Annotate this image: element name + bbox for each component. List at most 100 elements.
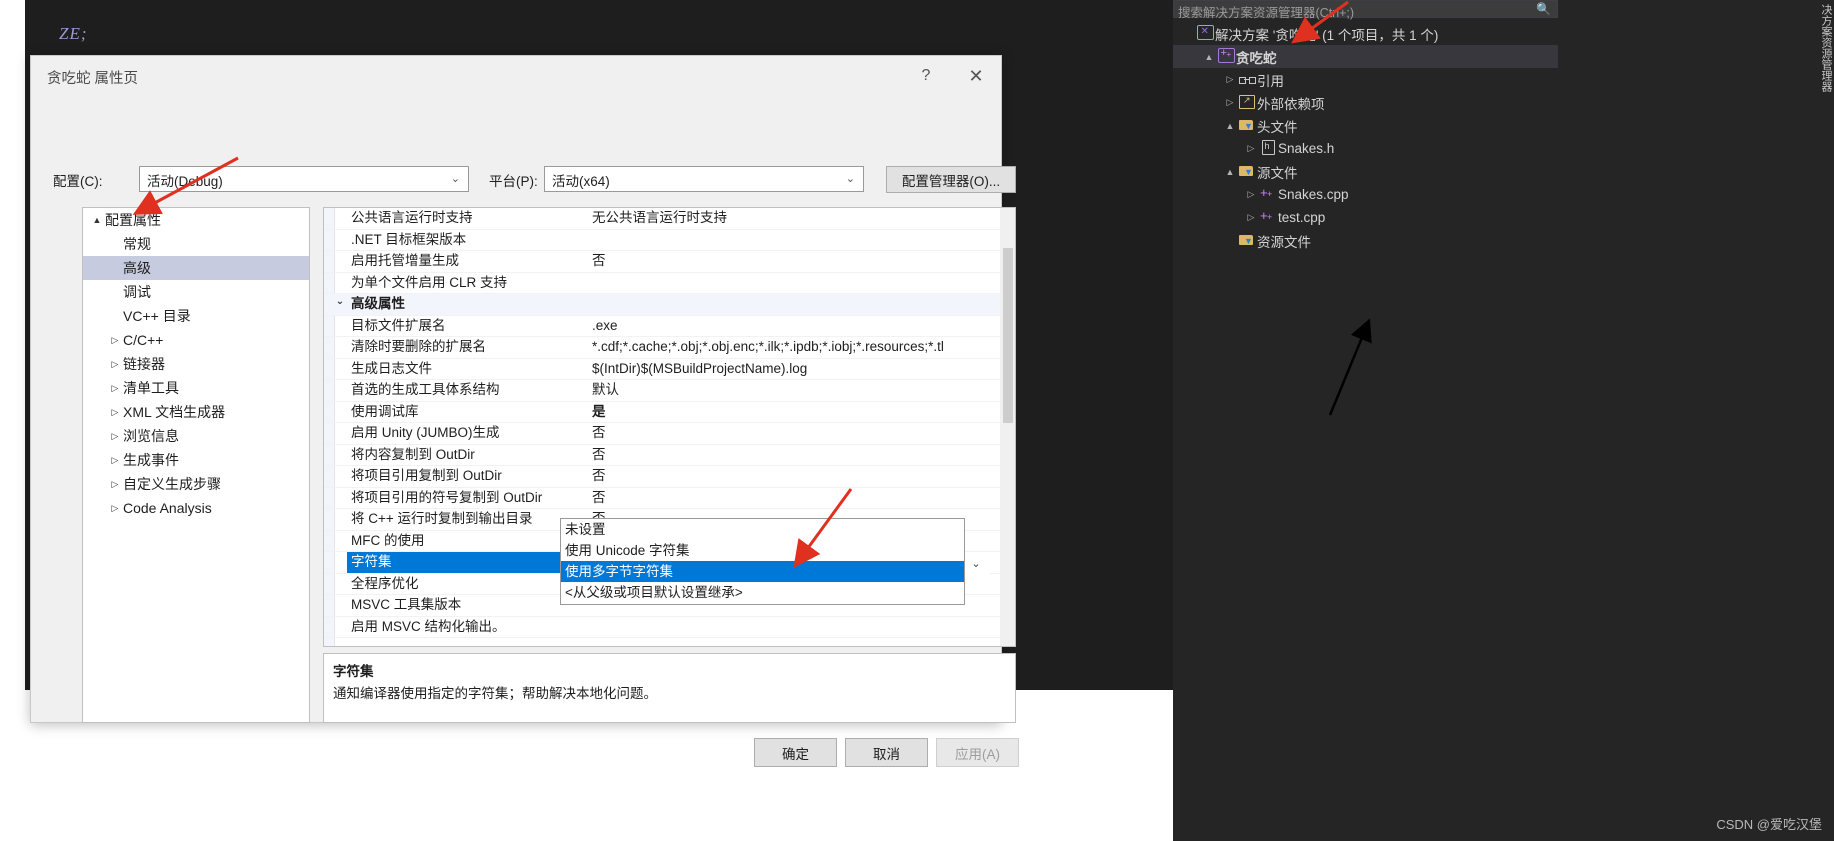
charset-option[interactable]: 未设置	[561, 519, 964, 540]
platform-dropdown[interactable]: 活动(x64) ⌄	[544, 166, 864, 192]
property-tree-item[interactable]: ▷ Code Analysis	[83, 496, 309, 520]
ok-button[interactable]: 确定	[754, 738, 837, 767]
charset-option[interactable]: 使用 Unicode 字符集	[561, 540, 964, 561]
property-value[interactable]: 否	[589, 466, 1009, 487]
property-row[interactable]: 生成日志文件 $(IntDir)$(MSBuildProjectName).log	[324, 359, 1015, 380]
filter-folder-icon: ▼	[1237, 119, 1257, 133]
property-tree-item[interactable]: ▷ 清单工具	[83, 376, 309, 400]
property-row[interactable]: 清除时要删除的扩展名 *.cdf;*.cache;*.obj;*.obj.enc;…	[324, 337, 1015, 359]
property-row[interactable]: 启用 MSVC 结构化输出。	[324, 617, 1015, 638]
solution-tree-item[interactable]: ▼ 资源文件	[1173, 229, 1558, 252]
property-tree-item[interactable]: VC++ 目录	[83, 304, 309, 328]
property-row[interactable]: 首选的生成工具体系结构 默认	[324, 380, 1015, 402]
solution-tree-item-label: 引用	[1257, 73, 1284, 89]
property-tree-item[interactable]: ▷ 自定义生成步骤	[83, 472, 309, 496]
property-value[interactable]	[589, 230, 1009, 251]
property-row[interactable]: 为单个文件启用 CLR 支持	[324, 273, 1015, 294]
solution-tree-item[interactable]: ▲ ▼ 源文件	[1173, 160, 1558, 183]
property-value[interactable]: 否	[589, 423, 1009, 444]
property-name: 将 C++ 运行时复制到输出目录	[351, 511, 533, 526]
charset-dropdown-list[interactable]: 未设置 使用 Unicode 字符集 使用多字节字符集 <从父级或项目默认设置继承>	[560, 518, 965, 605]
expand-triangle-icon[interactable]: ▷	[1244, 189, 1258, 200]
property-tree-item-label: 高级	[123, 260, 151, 276]
collapse-triangle-icon[interactable]: ▲	[1223, 121, 1237, 131]
search-icon[interactable]: 🔍	[1536, 2, 1551, 16]
property-row[interactable]: 启用 Unity (JUMBO)生成 否	[324, 423, 1015, 445]
configuration-dropdown[interactable]: 活动(Debug) ⌄	[139, 166, 469, 192]
property-name: 高级属性	[351, 296, 405, 311]
solution-explorer-search-box[interactable]: 搜索解决方案资源管理器(Ctrl+;) 🔍	[1173, 0, 1558, 20]
solution-tree-item[interactable]: ▷ 引用	[1173, 68, 1558, 91]
cancel-button[interactable]: 取消	[845, 738, 928, 767]
property-row[interactable]: 使用调试库 是	[324, 402, 1015, 423]
property-value[interactable]: .exe	[589, 316, 1009, 337]
property-row[interactable]: 目标文件扩展名 .exe	[324, 316, 1015, 337]
cpp-file-icon: + +	[1260, 184, 1273, 200]
property-row[interactable]: 将内容复制到 OutDir 否	[324, 445, 1015, 466]
property-row[interactable]: ⌄ 高级属性	[324, 294, 1015, 316]
collapse-triangle-icon[interactable]: ▲	[1202, 52, 1216, 62]
charset-option[interactable]: 使用多字节字符集	[561, 561, 964, 582]
solution-tree-item[interactable]: ▷ ↗ 外部依赖项	[1173, 91, 1558, 114]
property-tree-item[interactable]: ▷ 生成事件	[83, 448, 309, 472]
expand-triangle-icon[interactable]: ▷	[1244, 143, 1258, 154]
property-value[interactable]: 默认	[589, 380, 1009, 401]
property-name: 生成日志文件	[351, 360, 432, 376]
expand-triangle-icon[interactable]: ▷	[107, 359, 123, 370]
solution-tree-item-label: 源文件	[1257, 165, 1298, 181]
expand-triangle-icon[interactable]: ▷	[107, 383, 123, 394]
collapse-triangle-icon[interactable]: ▲	[89, 215, 105, 225]
expand-triangle-icon[interactable]: ▷	[107, 407, 123, 418]
property-row[interactable]: 启用托管增量生成 否	[324, 251, 1015, 273]
expand-triangle-icon[interactable]: ▷	[1223, 74, 1237, 85]
solution-tree-item[interactable]: ▷ h Snakes.h	[1173, 137, 1558, 160]
property-value[interactable]	[589, 273, 1009, 294]
scrollbar-thumb[interactable]	[1003, 248, 1013, 423]
property-value[interactable]: 否	[589, 251, 1009, 272]
configuration-manager-button[interactable]: 配置管理器(O)...	[886, 166, 1016, 193]
property-tree-item[interactable]: 常规	[83, 232, 309, 256]
solution-tree-item[interactable]: ▲ ▼ 头文件	[1173, 114, 1558, 137]
property-pages-dialog: 贪吃蛇 属性页 ? ✕ 配置(C): 活动(Debug) ⌄ 平台(P): 活动…	[30, 55, 1019, 767]
property-row[interactable]: 公共语言运行时支持 无公共语言运行时支持	[324, 208, 1015, 230]
close-button[interactable]: ✕	[961, 63, 991, 89]
chevron-down-icon[interactable]: ⌄	[333, 296, 347, 307]
solution-tree-item[interactable]: ▲ + + 贪吃蛇	[1173, 45, 1558, 68]
property-value[interactable]	[589, 617, 1009, 638]
solution-tree-item[interactable]: ▷ + + test.cpp	[1173, 206, 1558, 229]
property-value[interactable]: $(IntDir)$(MSBuildProjectName).log	[589, 359, 1009, 380]
property-value[interactable]: 是	[589, 402, 1009, 423]
property-value[interactable]	[589, 294, 1009, 315]
property-row[interactable]: 将项目引用的符号复制到 OutDir 否	[324, 488, 1015, 509]
property-value[interactable]: 否	[589, 488, 1009, 509]
collapse-triangle-icon[interactable]: ▲	[1223, 167, 1237, 177]
property-tree-item[interactable]: ▲ 配置属性	[83, 208, 309, 232]
expand-triangle-icon[interactable]: ▷	[107, 431, 123, 442]
help-button[interactable]: ?	[911, 63, 941, 89]
solution-icon: ✕	[1195, 25, 1215, 42]
property-row[interactable]: .NET 目标框架版本	[324, 230, 1015, 251]
expand-triangle-icon[interactable]: ▷	[1244, 212, 1258, 223]
property-grid-scrollbar[interactable]	[1000, 208, 1015, 646]
expand-triangle-icon[interactable]: ▷	[107, 335, 123, 346]
solution-explorer-tab-label[interactable]: 决方案资源管理器	[1814, 4, 1832, 92]
property-row[interactable]: 将项目引用复制到 OutDir 否	[324, 466, 1015, 488]
charset-option[interactable]: <从父级或项目默认设置继承>	[561, 582, 964, 603]
solution-tree-item[interactable]: ✕ 解决方案 '贪吃蛇' (1 个项目，共 1 个)	[1173, 22, 1558, 45]
expand-triangle-icon[interactable]: ▷	[107, 479, 123, 490]
property-value[interactable]: *.cdf;*.cache;*.obj;*.obj.enc;*.ilk;*.ip…	[589, 337, 1009, 358]
expand-triangle-icon[interactable]: ▷	[107, 503, 123, 514]
property-tree-item[interactable]: ▷ 浏览信息	[83, 424, 309, 448]
property-tree-item[interactable]: 高级	[83, 256, 309, 280]
property-tree-item[interactable]: ▷ 链接器	[83, 352, 309, 376]
property-tree-item[interactable]: ▷ C/C++	[83, 328, 309, 352]
property-value[interactable]: 无公共语言运行时支持	[589, 208, 1009, 229]
expand-triangle-icon[interactable]: ▷	[107, 455, 123, 466]
property-tree-item[interactable]: 调试	[83, 280, 309, 304]
property-value[interactable]: 否	[589, 445, 1009, 466]
expand-triangle-icon[interactable]: ▷	[1223, 97, 1237, 108]
charset-dropdown-toggle[interactable]: ⌄	[961, 552, 990, 574]
apply-button[interactable]: 应用(A)	[936, 738, 1019, 767]
solution-tree-item[interactable]: ▷ + + Snakes.cpp	[1173, 183, 1558, 206]
property-tree-item[interactable]: ▷ XML 文档生成器	[83, 400, 309, 424]
